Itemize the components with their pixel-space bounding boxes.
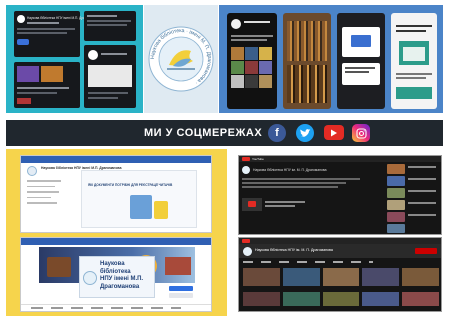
library-logo [83, 271, 97, 285]
facebook-post-window: Наукова бібліотека НПУ імені М.П. Драгом… [20, 155, 212, 233]
fb-follow-button[interactable] [169, 286, 193, 291]
avatar [243, 247, 252, 256]
fb-page-tabs[interactable] [31, 307, 181, 309]
fb-cover-line-1: Наукова [100, 261, 125, 267]
social-banner: МИ У СОЦМЕРЕЖАХ f [6, 120, 443, 146]
avatar [231, 19, 241, 29]
facebook-icon[interactable]: f [268, 124, 286, 142]
facebook-screenshots-panel: Наукова бібліотека НПУ імені М.П. Драгом… [6, 149, 227, 316]
fb-post-text: ЯКІ ДОКУМЕНТИ ПОТРІБНІ ДЛЯ РЕЄСТРАЦІЇ ЧИ… [88, 183, 173, 187]
youtube-channel-window: Наукова бібліотека НПУ ім. М. П. Драгома… [238, 237, 442, 312]
fb-message-button[interactable] [169, 293, 193, 298]
instagram-story-library-screenshot [283, 13, 331, 109]
avatar [242, 166, 250, 174]
yt-video-grid[interactable] [243, 268, 439, 308]
avatar [27, 166, 37, 176]
youtube-icon[interactable] [324, 125, 344, 140]
phone-screenshot [84, 45, 136, 108]
fb-post-image: ЯКІ ДОКУМЕНТИ ПОТРІБНІ ДЛЯ РЕЄСТРАЦІЇ ЧИ… [81, 170, 197, 228]
yt-channel-tabs[interactable] [243, 261, 373, 263]
youtube-logo-icon [242, 157, 250, 161]
youtube-logo-label: YouTube [252, 157, 264, 161]
yt-play-thumb[interactable] [242, 198, 262, 211]
yt-related-list[interactable] [387, 164, 439, 234]
instagram-icon[interactable] [352, 124, 370, 142]
instagram-story-building-screenshot [391, 13, 437, 109]
avatar [17, 15, 25, 23]
youtube-video-window: YouTube Наукова бібліотека НПУ ім. М. П.… [238, 155, 442, 235]
youtube-screenshots-panel: YouTube Наукова бібліотека НПУ ім. М. П.… [236, 149, 443, 316]
instagram-screenshots-panel [219, 5, 443, 113]
library-logo-panel: Наукова бібліотека · імені М. П. Драгома… [144, 5, 218, 113]
fb-cover-title-card: Наукова бібліотека НПУ імені М.П. Драгом… [79, 256, 155, 298]
yt-channel-name: Наукова бібліотека НПУ ім. М. П. Драгома… [253, 168, 327, 172]
dark-social-screenshots-panel: Наукова бібліотека НПУ імені М.П. Драгом… [6, 5, 143, 113]
twitter-icon[interactable] [296, 124, 314, 142]
fb-cover-line-3: НПУ імені М.П. [100, 276, 144, 282]
post-card-screenshot [84, 11, 136, 41]
instagram-profile-screenshot [227, 13, 277, 109]
youtube-logo-icon [242, 239, 250, 243]
feed-screenshot [14, 62, 80, 108]
yt-channel-title: Наукова бібліотека НПУ ім. М. П. Драгома… [255, 248, 333, 252]
facebook-page-window: Наукова бібліотека НПУ імені М.П. Драгом… [20, 237, 212, 312]
fb-cover-line-4: Драгоманова [100, 283, 140, 290]
yt-subscribe-button[interactable] [415, 248, 437, 254]
profile-card-screenshot: Наукова бібліотека НПУ імені М.П. Драгом… [14, 11, 99, 57]
banner-title: МИ У СОЦМЕРЕЖАХ [144, 127, 263, 139]
instagram-story-info-screenshot [337, 13, 385, 109]
fb-cover-line-2: бібліотека [100, 268, 131, 275]
